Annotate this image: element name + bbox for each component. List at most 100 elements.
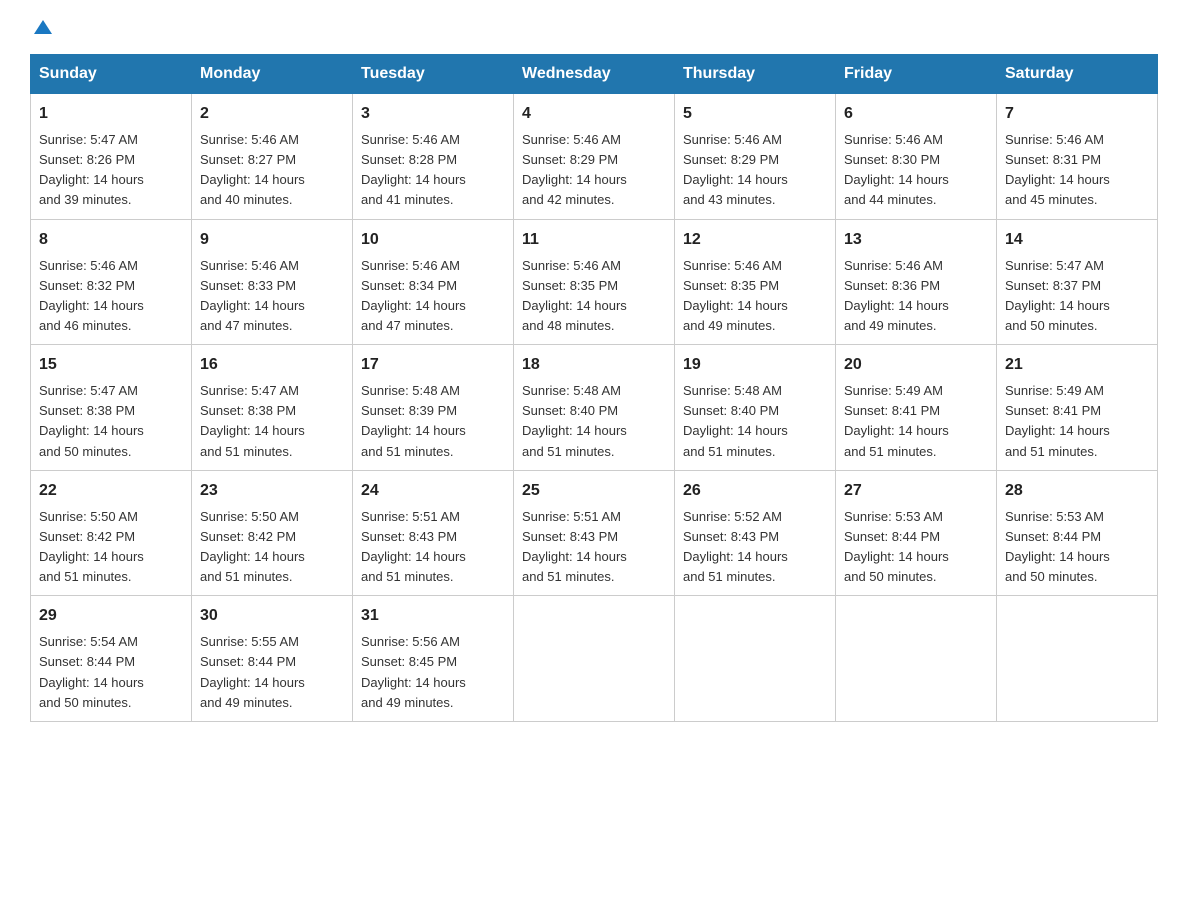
calendar-cell: 4 Sunrise: 5:46 AM Sunset: 8:29 PM Dayli…	[514, 94, 675, 220]
calendar-cell: 3 Sunrise: 5:46 AM Sunset: 8:28 PM Dayli…	[353, 94, 514, 220]
logo-arrow-icon	[34, 20, 52, 34]
logo	[30, 20, 52, 34]
calendar-week-row: 1 Sunrise: 5:47 AM Sunset: 8:26 PM Dayli…	[31, 94, 1158, 220]
calendar-week-row: 8 Sunrise: 5:46 AM Sunset: 8:32 PM Dayli…	[31, 219, 1158, 345]
col-header-tuesday: Tuesday	[353, 55, 514, 94]
day-number: 8	[39, 228, 183, 252]
col-header-sunday: Sunday	[31, 55, 192, 94]
day-info: Sunrise: 5:46 AM Sunset: 8:36 PM Dayligh…	[844, 256, 988, 337]
calendar-cell: 14 Sunrise: 5:47 AM Sunset: 8:37 PM Dayl…	[997, 219, 1158, 345]
calendar-cell: 18 Sunrise: 5:48 AM Sunset: 8:40 PM Dayl…	[514, 345, 675, 471]
calendar-week-row: 22 Sunrise: 5:50 AM Sunset: 8:42 PM Dayl…	[31, 470, 1158, 596]
calendar-cell	[675, 596, 836, 722]
calendar-cell	[514, 596, 675, 722]
calendar-cell: 17 Sunrise: 5:48 AM Sunset: 8:39 PM Dayl…	[353, 345, 514, 471]
calendar-cell: 5 Sunrise: 5:46 AM Sunset: 8:29 PM Dayli…	[675, 94, 836, 220]
day-info: Sunrise: 5:51 AM Sunset: 8:43 PM Dayligh…	[522, 507, 666, 588]
day-info: Sunrise: 5:56 AM Sunset: 8:45 PM Dayligh…	[361, 632, 505, 713]
day-number: 22	[39, 479, 183, 503]
day-number: 4	[522, 102, 666, 126]
calendar-cell: 28 Sunrise: 5:53 AM Sunset: 8:44 PM Dayl…	[997, 470, 1158, 596]
day-info: Sunrise: 5:47 AM Sunset: 8:38 PM Dayligh…	[39, 381, 183, 462]
calendar-cell: 22 Sunrise: 5:50 AM Sunset: 8:42 PM Dayl…	[31, 470, 192, 596]
day-info: Sunrise: 5:47 AM Sunset: 8:26 PM Dayligh…	[39, 130, 183, 211]
day-number: 28	[1005, 479, 1149, 503]
day-info: Sunrise: 5:49 AM Sunset: 8:41 PM Dayligh…	[844, 381, 988, 462]
day-number: 25	[522, 479, 666, 503]
day-info: Sunrise: 5:46 AM Sunset: 8:33 PM Dayligh…	[200, 256, 344, 337]
calendar-cell: 19 Sunrise: 5:48 AM Sunset: 8:40 PM Dayl…	[675, 345, 836, 471]
calendar-cell: 27 Sunrise: 5:53 AM Sunset: 8:44 PM Dayl…	[836, 470, 997, 596]
calendar-cell: 2 Sunrise: 5:46 AM Sunset: 8:27 PM Dayli…	[192, 94, 353, 220]
day-info: Sunrise: 5:47 AM Sunset: 8:38 PM Dayligh…	[200, 381, 344, 462]
day-info: Sunrise: 5:46 AM Sunset: 8:35 PM Dayligh…	[522, 256, 666, 337]
day-info: Sunrise: 5:46 AM Sunset: 8:28 PM Dayligh…	[361, 130, 505, 211]
calendar-cell: 6 Sunrise: 5:46 AM Sunset: 8:30 PM Dayli…	[836, 94, 997, 220]
calendar-week-row: 15 Sunrise: 5:47 AM Sunset: 8:38 PM Dayl…	[31, 345, 1158, 471]
day-number: 10	[361, 228, 505, 252]
day-info: Sunrise: 5:50 AM Sunset: 8:42 PM Dayligh…	[39, 507, 183, 588]
day-info: Sunrise: 5:47 AM Sunset: 8:37 PM Dayligh…	[1005, 256, 1149, 337]
day-number: 31	[361, 604, 505, 628]
day-number: 18	[522, 353, 666, 377]
day-number: 23	[200, 479, 344, 503]
day-info: Sunrise: 5:48 AM Sunset: 8:40 PM Dayligh…	[683, 381, 827, 462]
day-info: Sunrise: 5:52 AM Sunset: 8:43 PM Dayligh…	[683, 507, 827, 588]
page-header	[30, 20, 1158, 34]
calendar-cell: 16 Sunrise: 5:47 AM Sunset: 8:38 PM Dayl…	[192, 345, 353, 471]
calendar-cell: 7 Sunrise: 5:46 AM Sunset: 8:31 PM Dayli…	[997, 94, 1158, 220]
day-info: Sunrise: 5:46 AM Sunset: 8:32 PM Dayligh…	[39, 256, 183, 337]
calendar-cell: 9 Sunrise: 5:46 AM Sunset: 8:33 PM Dayli…	[192, 219, 353, 345]
day-number: 3	[361, 102, 505, 126]
day-number: 15	[39, 353, 183, 377]
col-header-saturday: Saturday	[997, 55, 1158, 94]
calendar-cell: 25 Sunrise: 5:51 AM Sunset: 8:43 PM Dayl…	[514, 470, 675, 596]
col-header-wednesday: Wednesday	[514, 55, 675, 94]
col-header-friday: Friday	[836, 55, 997, 94]
calendar-header-row: SundayMondayTuesdayWednesdayThursdayFrid…	[31, 55, 1158, 94]
calendar-cell: 12 Sunrise: 5:46 AM Sunset: 8:35 PM Dayl…	[675, 219, 836, 345]
day-number: 17	[361, 353, 505, 377]
day-info: Sunrise: 5:46 AM Sunset: 8:30 PM Dayligh…	[844, 130, 988, 211]
day-number: 29	[39, 604, 183, 628]
calendar-cell: 24 Sunrise: 5:51 AM Sunset: 8:43 PM Dayl…	[353, 470, 514, 596]
day-number: 21	[1005, 353, 1149, 377]
day-number: 2	[200, 102, 344, 126]
day-number: 7	[1005, 102, 1149, 126]
col-header-thursday: Thursday	[675, 55, 836, 94]
day-number: 19	[683, 353, 827, 377]
day-number: 14	[1005, 228, 1149, 252]
day-info: Sunrise: 5:53 AM Sunset: 8:44 PM Dayligh…	[1005, 507, 1149, 588]
calendar-cell	[997, 596, 1158, 722]
calendar-cell: 26 Sunrise: 5:52 AM Sunset: 8:43 PM Dayl…	[675, 470, 836, 596]
day-info: Sunrise: 5:48 AM Sunset: 8:39 PM Dayligh…	[361, 381, 505, 462]
day-info: Sunrise: 5:46 AM Sunset: 8:29 PM Dayligh…	[522, 130, 666, 211]
day-number: 11	[522, 228, 666, 252]
day-info: Sunrise: 5:46 AM Sunset: 8:27 PM Dayligh…	[200, 130, 344, 211]
calendar-cell: 23 Sunrise: 5:50 AM Sunset: 8:42 PM Dayl…	[192, 470, 353, 596]
day-number: 27	[844, 479, 988, 503]
calendar-cell: 20 Sunrise: 5:49 AM Sunset: 8:41 PM Dayl…	[836, 345, 997, 471]
day-info: Sunrise: 5:46 AM Sunset: 8:31 PM Dayligh…	[1005, 130, 1149, 211]
day-info: Sunrise: 5:54 AM Sunset: 8:44 PM Dayligh…	[39, 632, 183, 713]
day-number: 26	[683, 479, 827, 503]
day-number: 6	[844, 102, 988, 126]
day-number: 16	[200, 353, 344, 377]
day-info: Sunrise: 5:53 AM Sunset: 8:44 PM Dayligh…	[844, 507, 988, 588]
day-number: 12	[683, 228, 827, 252]
day-info: Sunrise: 5:55 AM Sunset: 8:44 PM Dayligh…	[200, 632, 344, 713]
calendar-cell: 1 Sunrise: 5:47 AM Sunset: 8:26 PM Dayli…	[31, 94, 192, 220]
day-number: 13	[844, 228, 988, 252]
day-number: 24	[361, 479, 505, 503]
day-info: Sunrise: 5:46 AM Sunset: 8:34 PM Dayligh…	[361, 256, 505, 337]
day-info: Sunrise: 5:46 AM Sunset: 8:35 PM Dayligh…	[683, 256, 827, 337]
day-info: Sunrise: 5:51 AM Sunset: 8:43 PM Dayligh…	[361, 507, 505, 588]
day-number: 1	[39, 102, 183, 126]
calendar-cell: 15 Sunrise: 5:47 AM Sunset: 8:38 PM Dayl…	[31, 345, 192, 471]
calendar-cell: 21 Sunrise: 5:49 AM Sunset: 8:41 PM Dayl…	[997, 345, 1158, 471]
calendar-cell	[836, 596, 997, 722]
col-header-monday: Monday	[192, 55, 353, 94]
day-info: Sunrise: 5:46 AM Sunset: 8:29 PM Dayligh…	[683, 130, 827, 211]
day-number: 30	[200, 604, 344, 628]
calendar-week-row: 29 Sunrise: 5:54 AM Sunset: 8:44 PM Dayl…	[31, 596, 1158, 722]
